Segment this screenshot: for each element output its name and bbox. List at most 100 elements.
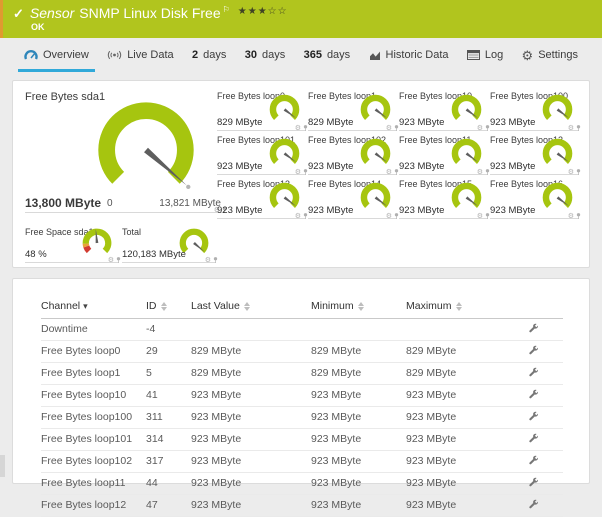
tab-2-days[interactable]: 2 days xyxy=(192,38,226,72)
tab-bar: Overview Live Data 2 days 30 days 365 da… xyxy=(0,38,602,72)
wrench-icon[interactable] xyxy=(527,454,538,465)
channel-pin-icon[interactable] xyxy=(116,256,121,264)
channel-id: 311 xyxy=(146,406,191,429)
channel-minimum: 829 MByte xyxy=(311,340,406,363)
gauge-value: 923 MByte xyxy=(308,161,354,172)
mini-gauge-dial xyxy=(451,94,482,120)
mini-gauge-loop16[interactable]: Free Bytes loop16 923 MByte ⚙ xyxy=(490,175,581,220)
tab-log[interactable]: Log xyxy=(466,38,503,72)
channel-last-value xyxy=(191,318,311,341)
priority-stars[interactable]: ★★★☆☆ xyxy=(238,5,288,19)
col-header-settings xyxy=(501,295,563,319)
mini-gauge-loop14[interactable]: Free Bytes loop14 923 MByte ⚙ xyxy=(308,175,399,220)
table-row: Free Bytes loop102 317 923 MByte 923 MBy… xyxy=(41,450,563,473)
channel-maximum: 829 MByte xyxy=(406,340,501,363)
mini-gauge-loop102[interactable]: Free Bytes loop102 923 MByte ⚙ xyxy=(308,131,399,176)
channel-pin-icon[interactable] xyxy=(576,212,581,220)
mini-gauge-dial xyxy=(451,138,482,164)
channel-name: Free Bytes loop0 xyxy=(41,340,146,363)
channel-last-value: 923 MByte xyxy=(191,494,311,517)
gauge-value: 923 MByte xyxy=(217,205,263,216)
channel-minimum xyxy=(311,318,406,341)
gear-icon: ⚙ xyxy=(521,47,534,63)
col-header-id[interactable]: ID xyxy=(146,295,191,319)
table-row: Free Bytes loop100 311 923 MByte 923 MBy… xyxy=(41,406,563,429)
gauge-value: 923 MByte xyxy=(399,161,445,172)
primary-channel-gauge[interactable]: Free Bytes sda1 13,800 MByte 0 13,821 MB… xyxy=(25,87,227,214)
channel-gear-icon[interactable]: ⚙ xyxy=(477,213,483,220)
table-row: Free Bytes loop12 47 923 MByte 923 MByte… xyxy=(41,494,563,517)
tab-label: days xyxy=(203,49,227,61)
wrench-icon[interactable] xyxy=(527,388,538,399)
wrench-icon[interactable] xyxy=(527,344,538,355)
channel-maximum xyxy=(406,318,501,341)
col-header-maximum[interactable]: Maximum xyxy=(406,295,501,319)
mini-gauge-dial xyxy=(360,94,391,120)
gauge-icon xyxy=(24,50,38,60)
mini-gauge-loop13[interactable]: Free Bytes loop13 923 MByte ⚙ xyxy=(217,175,308,220)
channel-gear-icon[interactable]: ⚙ xyxy=(108,257,114,264)
channel-id: 314 xyxy=(146,428,191,451)
tab-365-days[interactable]: 365 days xyxy=(304,38,351,72)
historic-chart-icon xyxy=(369,51,380,60)
tab-overview[interactable]: Overview xyxy=(18,38,95,72)
channel-minimum: 923 MByte xyxy=(311,384,406,407)
gauge-scale-min: 0 xyxy=(107,198,113,209)
channel-gear-icon[interactable]: ⚙ xyxy=(568,213,574,220)
gauge-value: 13,800 MByte xyxy=(25,196,102,210)
channel-table-panel: Channel ▾ ID Last Value Minimum Maximum D… xyxy=(12,278,590,517)
channel-gear-icon[interactable]: ⚙ xyxy=(205,257,211,264)
wrench-icon[interactable] xyxy=(527,322,538,333)
table-row: Downtime -4 xyxy=(41,318,563,341)
mini-gauge-loop11[interactable]: Free Bytes loop11 923 MByte ⚙ xyxy=(399,131,490,176)
tab-live-data[interactable]: Live Data xyxy=(107,38,174,72)
gauge-value: 48 % xyxy=(25,249,47,260)
channel-id: 41 xyxy=(146,384,191,407)
tab-30-days[interactable]: 30 days xyxy=(245,38,286,72)
channel-gear-icon[interactable]: ⚙ xyxy=(386,213,392,220)
channel-pin-icon[interactable] xyxy=(213,256,218,264)
mini-gauge-loop100[interactable]: Free Bytes loop100 923 MByte ⚙ xyxy=(490,87,581,132)
wrench-icon[interactable] xyxy=(527,476,538,487)
mini-gauge-loop10[interactable]: Free Bytes loop10 923 MByte ⚙ xyxy=(399,87,490,132)
channel-id: 29 xyxy=(146,340,191,363)
channel-minimum: 923 MByte xyxy=(311,450,406,473)
channel-last-value: 923 MByte xyxy=(191,406,311,429)
channel-maximum: 829 MByte xyxy=(406,362,501,385)
tab-label: days xyxy=(326,49,351,61)
mini-gauge-loop15[interactable]: Free Bytes loop15 923 MByte ⚙ xyxy=(399,175,490,220)
channel-maximum: 923 MByte xyxy=(406,428,501,451)
col-header-last-value[interactable]: Last Value xyxy=(191,295,311,319)
mini-gauge-dial xyxy=(360,182,391,208)
table-row: Free Bytes loop101 314 923 MByte 923 MBy… xyxy=(41,428,563,451)
col-header-minimum[interactable]: Minimum xyxy=(311,295,406,319)
flag-icon[interactable]: ⚐ xyxy=(223,5,230,15)
channel-maximum: 923 MByte xyxy=(406,450,501,473)
tab-settings[interactable]: ⚙ Settings xyxy=(522,38,578,72)
table-row: Free Bytes loop10 41 923 MByte 923 MByte… xyxy=(41,384,563,407)
wrench-icon[interactable] xyxy=(527,410,538,421)
feedback-tab-partial[interactable] xyxy=(0,455,5,477)
col-header-channel[interactable]: Channel ▾ xyxy=(41,295,146,319)
wrench-icon[interactable] xyxy=(527,432,538,443)
wrench-icon[interactable] xyxy=(527,498,538,509)
mini-gauge-loop0[interactable]: Free Bytes loop0 829 MByte ⚙ xyxy=(217,87,308,132)
wrench-icon[interactable] xyxy=(527,366,538,377)
primary-gauge-dial xyxy=(98,102,194,190)
channel-table: Channel ▾ ID Last Value Minimum Maximum D… xyxy=(41,295,563,517)
tab-historic-data[interactable]: Historic Data xyxy=(369,38,449,72)
channel-name: Free Bytes loop100 xyxy=(41,406,146,429)
mini-gauge-loop101[interactable]: Free Bytes loop101 923 MByte ⚙ xyxy=(217,131,308,176)
total-gauge[interactable]: Total 120,183 MByte ⚙ xyxy=(122,223,218,264)
gauge-value: 923 MByte xyxy=(308,205,354,216)
mini-gauge-loop12[interactable]: Free Bytes loop12 923 MByte ⚙ xyxy=(490,131,581,176)
tab-number: 365 xyxy=(303,49,322,61)
channel-name: Free Bytes loop102 xyxy=(41,450,146,473)
gauge-value: 829 MByte xyxy=(308,117,354,128)
channel-gear-icon[interactable]: ⚙ xyxy=(295,213,301,220)
sort-icon xyxy=(357,301,364,311)
mini-gauge-loop1[interactable]: Free Bytes loop1 829 MByte ⚙ xyxy=(308,87,399,132)
channel-maximum: 923 MByte xyxy=(406,406,501,429)
gauge-value: 923 MByte xyxy=(490,161,536,172)
free-space-gauge[interactable]: Free Space sda1 48 % ⚙ xyxy=(25,223,121,264)
